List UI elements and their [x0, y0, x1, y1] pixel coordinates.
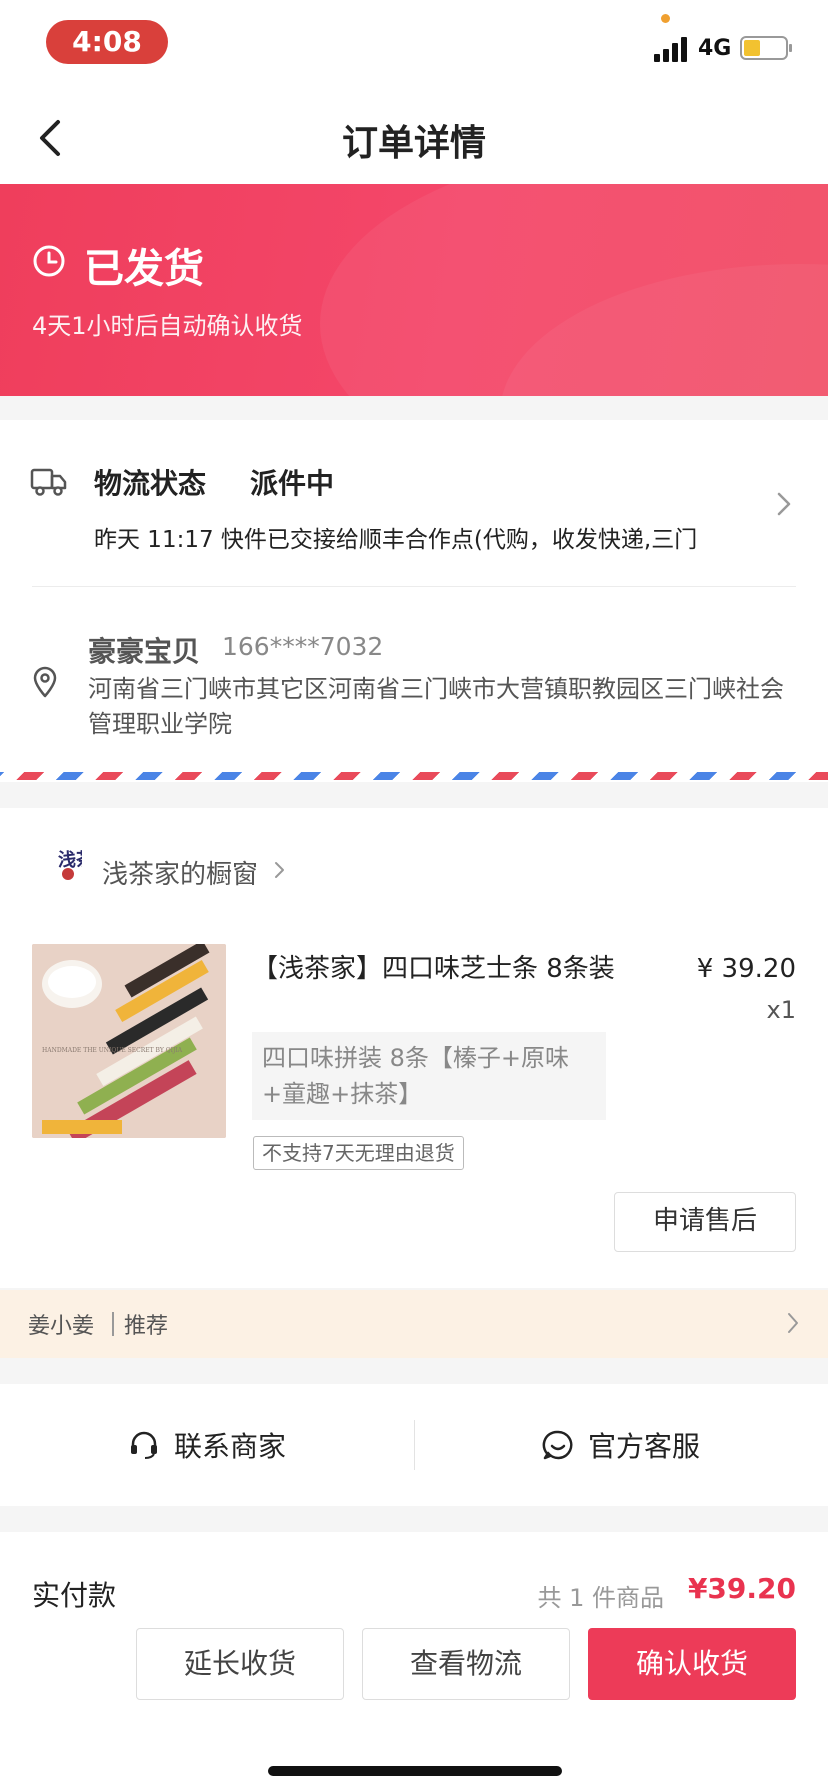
- network-type: 4G: [698, 36, 732, 61]
- recommend-name: 姜小姜: [28, 1314, 95, 1339]
- recommend-label: 推荐: [124, 1314, 169, 1339]
- contact-merchant-button[interactable]: 联系商家: [0, 1384, 414, 1506]
- home-indicator[interactable]: [268, 1766, 562, 1776]
- logistics-detail: 昨天 11:17 快件已交接给顺丰合作点(代购，收发快递,三门: [94, 527, 698, 553]
- shop-logo-text: 浅茶: [58, 849, 82, 871]
- recommend-bar[interactable]: 姜小姜 推荐: [0, 1290, 828, 1358]
- paid-amount-label: 实付款: [32, 1579, 117, 1612]
- chevron-right-icon: [777, 492, 791, 516]
- receiver-address: 河南省三门峡市其它区河南省三门峡市大营镇职教园区三门峡社会管理职业学院: [88, 675, 784, 738]
- product-image-caption: HANDMADE THE UNIQUE SECRET BY QIJIA: [42, 1047, 183, 1054]
- battery-icon: [740, 36, 792, 60]
- status-bar: 4:08 4G: [0, 0, 828, 92]
- battery-level-fill: [744, 40, 760, 56]
- smile-chat-icon: [542, 1430, 573, 1460]
- location-pin-icon: [33, 666, 57, 698]
- contact-merchant-label: 联系商家: [173, 1430, 286, 1463]
- order-status-banner: 已发货 4天1小时后自动确认收货: [0, 184, 828, 396]
- clock-icon: [33, 245, 65, 277]
- receiver-name: 豪豪宝贝: [88, 635, 201, 668]
- product-price: ¥ 39.20: [696, 954, 796, 984]
- truck-icon: [30, 468, 67, 496]
- official-service-button[interactable]: 官方客服: [414, 1384, 828, 1506]
- status-time: 4:08: [46, 20, 168, 64]
- product-image[interactable]: HANDMADE THE UNIQUE SECRET BY QIJIA: [32, 944, 226, 1138]
- logistics-status: 派件中: [250, 467, 335, 500]
- view-logistics-button[interactable]: 查看物流: [362, 1628, 570, 1700]
- shop-name: 浅茶家的橱窗: [102, 860, 259, 890]
- chevron-right-icon: [275, 862, 284, 878]
- paid-amount: ¥39.20: [687, 1572, 796, 1605]
- airmail-border: [0, 772, 828, 780]
- logistics-card: 物流状态 派件中 昨天 11:17 快件已交接给顺丰合作点(代购，收发快递,三门…: [0, 420, 828, 782]
- shop-logo[interactable]: 浅茶: [38, 844, 82, 896]
- product-qty: x1: [766, 996, 796, 1024]
- product-spec: 四口味拼装 8条【榛子+原味+童趣+抹茶】: [252, 1032, 606, 1120]
- order-status-title: 已发货: [84, 246, 204, 292]
- receiver-phone: 166****7032: [222, 632, 384, 661]
- chevron-right-icon: [788, 1313, 798, 1333]
- page-title: 订单详情: [341, 123, 486, 164]
- official-service-label: 官方客服: [587, 1430, 700, 1463]
- headset-icon: [130, 1431, 157, 1459]
- no-return-tag: 不支持7天无理由退货: [253, 1136, 464, 1170]
- contact-card: 联系商家 官方客服: [0, 1384, 828, 1506]
- nav-bar: 订单详情: [0, 92, 828, 184]
- privacy-indicator-dot: [661, 14, 670, 23]
- shop-card: 浅茶 浅茶家的橱窗 HANDMADE THE UNIQUE SECRET BY …: [0, 808, 828, 1288]
- logistics-label: 物流状态: [94, 467, 207, 500]
- divider: [32, 586, 796, 587]
- confirm-receipt-button[interactable]: 确认收货: [588, 1628, 796, 1700]
- extend-receipt-button[interactable]: 延长收货: [136, 1628, 344, 1700]
- after-sale-button[interactable]: 申请售后: [614, 1192, 796, 1252]
- item-count: 共 1 件商品: [537, 1584, 664, 1612]
- auto-confirm-note: 4天1小时后自动确认收货: [32, 312, 303, 340]
- signal-icon: [654, 36, 688, 62]
- divider: [112, 1312, 114, 1336]
- product-title[interactable]: 【浅茶家】四口味芝士条 8条装: [252, 950, 632, 988]
- bottom-bar: 实付款 共 1 件商品 ¥39.20 延长收货 查看物流 确认收货: [0, 1532, 828, 1792]
